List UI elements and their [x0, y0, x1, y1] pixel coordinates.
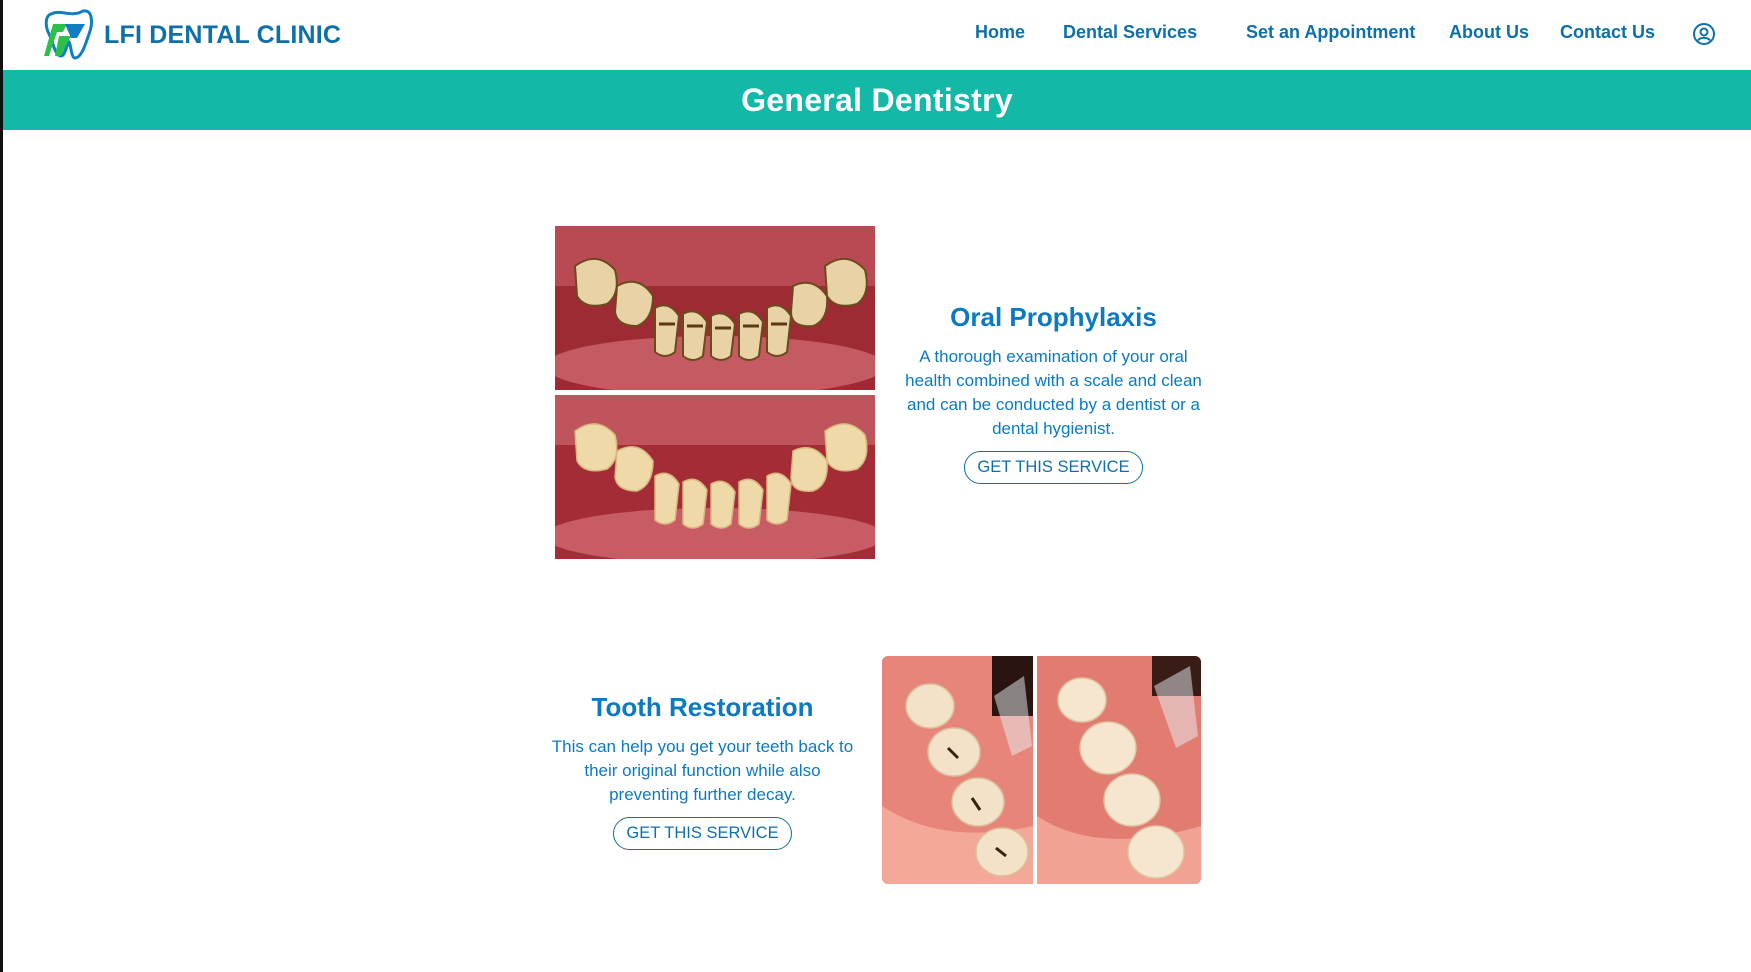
nav-dental-services[interactable]: Dental Services: [1063, 22, 1197, 43]
get-service-button[interactable]: GET THIS SERVICE: [964, 451, 1143, 484]
get-service-button[interactable]: GET THIS SERVICE: [613, 817, 792, 850]
page-banner: General Dentistry: [3, 70, 1751, 130]
site-header: LFI DENTAL CLINIC Home Dental Services S…: [3, 0, 1751, 70]
window-edge: [0, 0, 3, 972]
main-nav: Home Dental Services Set an Appointment …: [3, 0, 1751, 70]
nav-contact-us[interactable]: Contact Us: [1560, 22, 1655, 43]
service-description: A thorough examination of your oral heal…: [905, 347, 1202, 438]
service-title: Tooth Restoration: [591, 692, 814, 722]
service-description: This can help you get your teeth back to…: [551, 737, 854, 804]
service-title: Oral Prophylaxis: [950, 302, 1157, 332]
page-title: General Dentistry: [741, 81, 1013, 118]
tooth-restoration-image: [882, 656, 1201, 884]
oral-prophylaxis-card: Oral Prophylaxis A thorough examination …: [900, 302, 1207, 484]
nav-set-appointment[interactable]: Set an Appointment: [1246, 22, 1415, 43]
oral-prophylaxis-image: [555, 226, 875, 559]
user-circle-icon[interactable]: [1692, 22, 1716, 46]
tooth-restoration-card: Tooth Restoration This can help you get …: [550, 692, 855, 850]
nav-about-us[interactable]: About Us: [1449, 22, 1529, 43]
nav-home[interactable]: Home: [975, 22, 1025, 43]
